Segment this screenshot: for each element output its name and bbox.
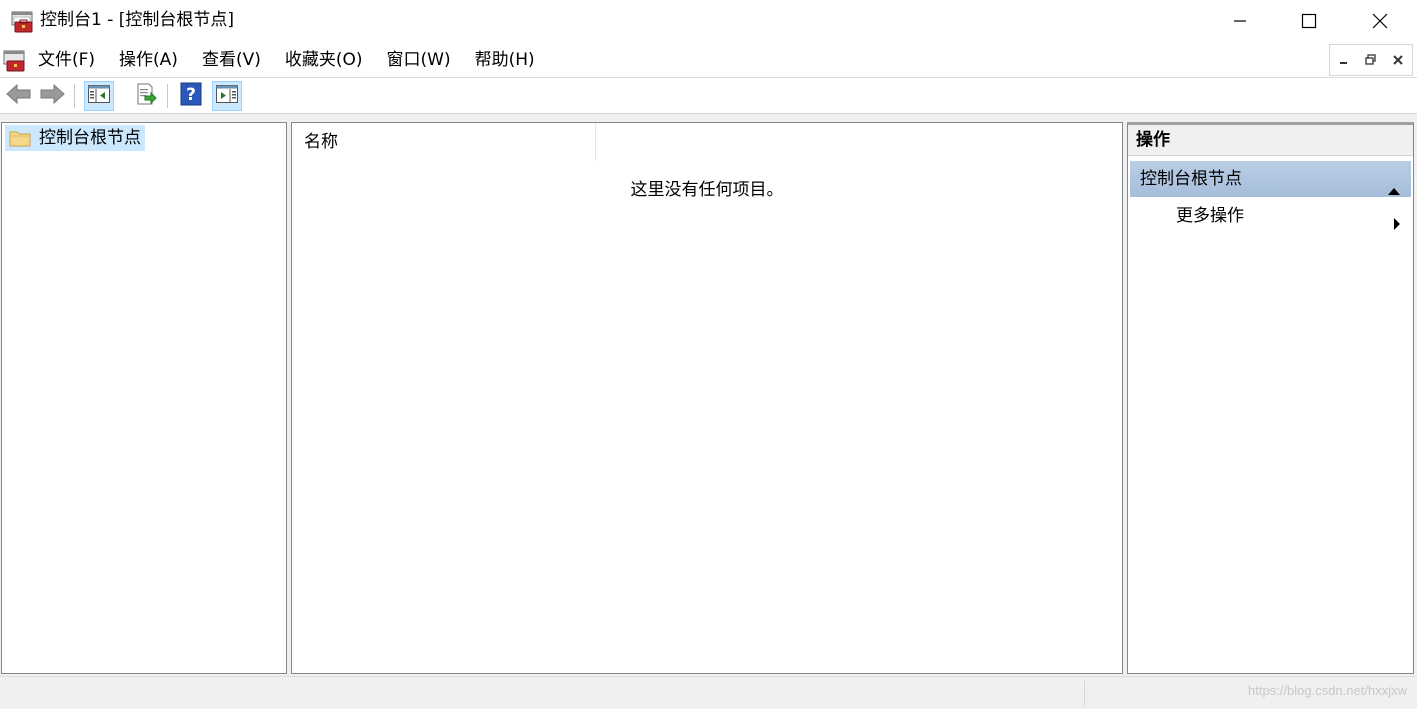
show-hide-action-pane-icon [216, 85, 238, 107]
menu-bar: 文件(F) 操作(A) 查看(V) 收藏夹(O) 窗口(W) 帮助(H) [0, 42, 1417, 78]
tree-item-label: 控制台根节点 [39, 128, 141, 148]
actions-section-title: 控制台根节点 [1140, 169, 1242, 189]
submenu-arrow-icon [1393, 209, 1401, 243]
empty-list-message: 这里没有任何项目。 [630, 180, 784, 200]
menu-help[interactable]: 帮助(H) [463, 42, 547, 78]
show-hide-tree-button[interactable] [84, 81, 114, 111]
back-icon [6, 83, 32, 109]
close-button[interactable] [1357, 0, 1403, 42]
title-bar: 控制台1 - [控制台根节点] [0, 0, 1417, 42]
menu-window[interactable]: 窗口(W) [375, 42, 463, 78]
toolbox-app-icon[interactable] [11, 9, 35, 33]
export-list-button[interactable] [131, 81, 161, 111]
forward-icon [39, 83, 65, 109]
toolbar-separator [167, 84, 168, 108]
show-hide-tree-icon [88, 85, 110, 107]
menu-items: 文件(F) 操作(A) 查看(V) 收藏夹(O) 窗口(W) 帮助(H) [26, 42, 547, 78]
svg-text:?: ? [186, 85, 196, 105]
export-list-icon [135, 83, 157, 109]
more-actions-label: 更多操作 [1176, 206, 1244, 226]
folder-icon [9, 129, 31, 147]
help-button[interactable]: ? [176, 81, 206, 111]
child-window-controls [1329, 44, 1413, 76]
actions-pane: 操作 控制台根节点 更多操作 [1127, 122, 1414, 674]
document-icon[interactable] [3, 48, 27, 72]
results-pane[interactable]: 名称 这里没有任何项目。 [291, 122, 1123, 674]
child-close-button[interactable] [1385, 45, 1412, 75]
menu-file[interactable]: 文件(F) [26, 42, 107, 78]
status-divider [1084, 681, 1085, 707]
help-icon: ? [180, 82, 202, 110]
console-tree-pane[interactable]: 控制台根节点 [1, 122, 287, 674]
more-actions-item[interactable]: 更多操作 [1130, 199, 1411, 233]
minimize-button[interactable] [1217, 0, 1263, 42]
child-minimize-button[interactable] [1330, 45, 1357, 75]
show-hide-action-pane-button[interactable] [212, 81, 242, 111]
actions-pane-title: 操作 [1128, 125, 1413, 156]
actions-section-header[interactable]: 控制台根节点 [1130, 161, 1411, 197]
watermark-text: https://blog.csdn.net/hxxjxw [1248, 683, 1407, 698]
maximize-button[interactable] [1286, 0, 1332, 42]
status-bar: https://blog.csdn.net/hxxjxw [0, 676, 1417, 709]
back-button[interactable] [4, 81, 34, 111]
toolbar-separator [74, 84, 75, 108]
tree-item-console-root[interactable]: 控制台根节点 [5, 125, 145, 151]
child-restore-button[interactable] [1357, 45, 1384, 75]
menu-action[interactable]: 操作(A) [107, 42, 190, 78]
window-title: 控制台1 - [控制台根节点] [40, 10, 235, 30]
menu-favorites[interactable]: 收藏夹(O) [273, 42, 375, 78]
work-area: 控制台根节点 名称 这里没有任何项目。 操作 控制台根节点 更多操作 [0, 114, 1417, 676]
forward-button[interactable] [37, 81, 67, 111]
menu-view[interactable]: 查看(V) [190, 42, 273, 78]
column-header-name[interactable]: 名称 [292, 123, 596, 161]
toolbar: ? [0, 78, 1417, 114]
